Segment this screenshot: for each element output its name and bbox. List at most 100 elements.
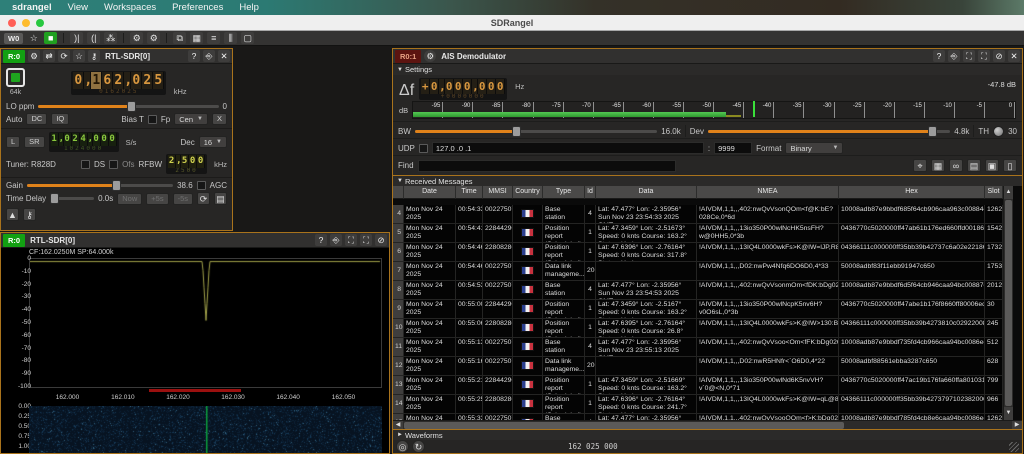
cell-hex[interactable]: 04366111c000000ff35bb39b4273810c02922008…: [839, 319, 985, 338]
replay-loop-icon[interactable]: ⟳: [197, 192, 210, 205]
cell-date[interactable]: Mon Nov 24 2025: [404, 281, 456, 300]
cell-mmsi[interactable]: 228442900: [483, 376, 513, 395]
cell-data[interactable]: [596, 262, 697, 281]
maximize-window-icon[interactable]: ▢: [241, 32, 254, 44]
help-icon[interactable]: ?: [933, 50, 945, 62]
cell-hex[interactable]: 10008adb87e9bbdf685f64cb906caa963c00884e…: [839, 205, 985, 224]
cell-mmsi[interactable]: 002275070: [483, 205, 513, 224]
find-input[interactable]: [418, 160, 676, 172]
cell-id[interactable]: 20: [585, 357, 596, 376]
digit[interactable]: 0: [445, 79, 454, 94]
star-icon[interactable]: ☆: [73, 50, 85, 62]
digit[interactable]: 0: [454, 79, 463, 94]
bw-slider[interactable]: [415, 130, 657, 133]
dev-slider[interactable]: [708, 130, 950, 133]
cell-country[interactable]: [513, 281, 543, 300]
sync-frequency-icon[interactable]: ↻: [412, 440, 425, 453]
menu-item-preferences[interactable]: Preferences: [172, 2, 223, 13]
cell-id[interactable]: 4: [585, 281, 596, 300]
cell-hex[interactable]: 10008adb87e9bbdf6d5f64cb946caa94bc00887d…: [839, 281, 985, 300]
cell-country[interactable]: [513, 376, 543, 395]
stack-windows-icon[interactable]: ≡: [207, 32, 220, 44]
cell-country[interactable]: [513, 262, 543, 281]
cell-country[interactable]: [513, 300, 543, 319]
cell-id[interactable]: 1: [585, 395, 596, 414]
cell-date[interactable]: Mon Nov 24 2025: [404, 319, 456, 338]
start-stop-button[interactable]: [6, 68, 25, 87]
stop-all-button[interactable]: ■: [44, 32, 57, 44]
ais-window-header[interactable]: R0:1 ⚙ AIS Demodulator ? ⎆ ⛶ ⛶ ⊘ ✕: [393, 49, 1022, 64]
move-to-workspace-icon[interactable]: ⎆: [203, 50, 215, 62]
column-header-country[interactable]: Country: [513, 186, 543, 199]
grid-columns-icon[interactable]: ▦: [931, 159, 945, 172]
cell-slot[interactable]: 2012: [985, 281, 1003, 300]
received-messages-section-bar[interactable]: ▼ Received Messages: [393, 175, 1022, 186]
maximize-window-icon[interactable]: ⛶: [360, 234, 372, 246]
udp-checkbox[interactable]: [419, 144, 428, 153]
cell-time[interactable]: 00:55:21: [456, 376, 483, 395]
digit[interactable]: 0: [64, 133, 72, 146]
cell-hex[interactable]: 10008adb87e9bbdf735fd4cb966caa94bc0086ed…: [839, 338, 985, 357]
menu-item-workspaces[interactable]: Workspaces: [104, 2, 156, 13]
ds-checkbox[interactable]: [81, 160, 90, 169]
minimize-window-icon[interactable]: [22, 19, 30, 27]
cell-nmea[interactable]: !AIVDM,1,1,,,13IQ4L0000wkFs>K@IW=lJP,R8H…: [697, 243, 839, 262]
cell-country[interactable]: [513, 224, 543, 243]
scroll-up-icon[interactable]: ▲: [1004, 186, 1013, 199]
digit[interactable]: 0: [109, 133, 117, 146]
settings-section-bar[interactable]: ▼ Settings: [393, 64, 1022, 75]
cell-id[interactable]: 1: [585, 300, 596, 319]
cell-id[interactable]: 20: [585, 262, 596, 281]
cell-data[interactable]: Lat: 47.6396° Lon: -2.76164° Speed: 0 kn…: [596, 243, 697, 262]
cell-slot[interactable]: 628: [985, 357, 1003, 376]
format-select[interactable]: Binary▼: [785, 142, 843, 154]
cell-time[interactable]: 00:54:33: [456, 205, 483, 224]
cell-id[interactable]: 4: [585, 205, 596, 224]
cell-date[interactable]: Mon Nov 24 2025: [404, 224, 456, 243]
scroll-down-icon[interactable]: ▼: [1004, 407, 1013, 420]
cell-slot[interactable]: 245: [985, 319, 1003, 338]
digit[interactable]: 5: [153, 72, 164, 89]
cell-data[interactable]: Lat: 47.477° Lon: -2.35956° Sun Nov 23 2…: [596, 338, 697, 357]
cell-type[interactable]: Position report (Scheduled): [543, 319, 585, 338]
column-header-slot[interactable]: Slot: [985, 186, 1003, 199]
shrink-window-icon[interactable]: ⛶: [963, 50, 975, 62]
save-icon[interactable]: ▤: [967, 159, 981, 172]
column-header-date[interactable]: Date: [404, 186, 456, 199]
minus-5s-button[interactable]: -5s: [173, 193, 193, 205]
cell-data[interactable]: Lat: 47.3459° Lon: -2.51673° Speed: 0 kn…: [596, 224, 697, 243]
cell-nmea[interactable]: !AIVDM,1,1,,,D02:nwR5HNfr<`O6D0,4*22: [697, 357, 839, 376]
digit[interactable]: 0: [430, 79, 439, 94]
cell-date[interactable]: Mon Nov 24 2025: [404, 243, 456, 262]
target-frequency-icon[interactable]: ◎: [396, 440, 409, 453]
cell-nmea[interactable]: !AIVDM,1,1,,,D02:nwPw4Nfq6DO6D0,4*33: [697, 262, 839, 281]
cell-data[interactable]: Lat: 47.3459° Lon: -2.51669° Speed: 0 kn…: [596, 376, 697, 395]
spectrum-window-header[interactable]: R:0 RTL-SDR[0] ? ⎆ ⛶ ⛶ ⊘: [1, 233, 389, 248]
dc-button[interactable]: DC: [26, 113, 47, 125]
cell-country[interactable]: [513, 338, 543, 357]
gain-slider[interactable]: [27, 184, 173, 187]
waveforms-section-bar[interactable]: ► Waveforms: [393, 429, 1022, 440]
cell-date[interactable]: Mon Nov 24 2025: [404, 205, 456, 224]
cell-mmsi[interactable]: 228442900: [483, 300, 513, 319]
cell-country[interactable]: [513, 357, 543, 376]
cell-slot[interactable]: 1732: [985, 243, 1003, 262]
agc-checkbox[interactable]: [197, 181, 206, 190]
cell-time[interactable]: 00:55:06: [456, 319, 483, 338]
change-device-icon[interactable]: ⇄: [43, 50, 55, 62]
cell-slot[interactable]: 1753: [985, 262, 1003, 281]
cell-type[interactable]: Base station report: [543, 338, 585, 357]
menu-app-name[interactable]: sdrangel: [12, 2, 52, 13]
cell-time[interactable]: 00:54:41: [456, 224, 483, 243]
cell-hex[interactable]: 0436770c5020000ff47abe1b176f8660ff80006e…: [839, 300, 985, 319]
cell-nmea[interactable]: !AIVDM,1,1,,,402:nwQvVsonQOm<f@K:bE?028C…: [697, 205, 839, 224]
digit[interactable]: 0: [496, 79, 505, 94]
column-header-mmsi[interactable]: MMSI: [483, 186, 513, 199]
digit[interactable]: 5: [181, 155, 189, 168]
cell-nmea[interactable]: !AIVDM,1,1,,,402:nwQvVsonmOm<fDK:bDg028O…: [697, 281, 839, 300]
cell-date[interactable]: Mon Nov 24 2025: [404, 395, 456, 414]
l-button[interactable]: L: [6, 136, 20, 148]
add-feature-icon[interactable]: ⚙: [130, 32, 143, 44]
channels-icon[interactable]: ⚷: [23, 208, 36, 221]
digit[interactable]: ,: [84, 72, 91, 89]
